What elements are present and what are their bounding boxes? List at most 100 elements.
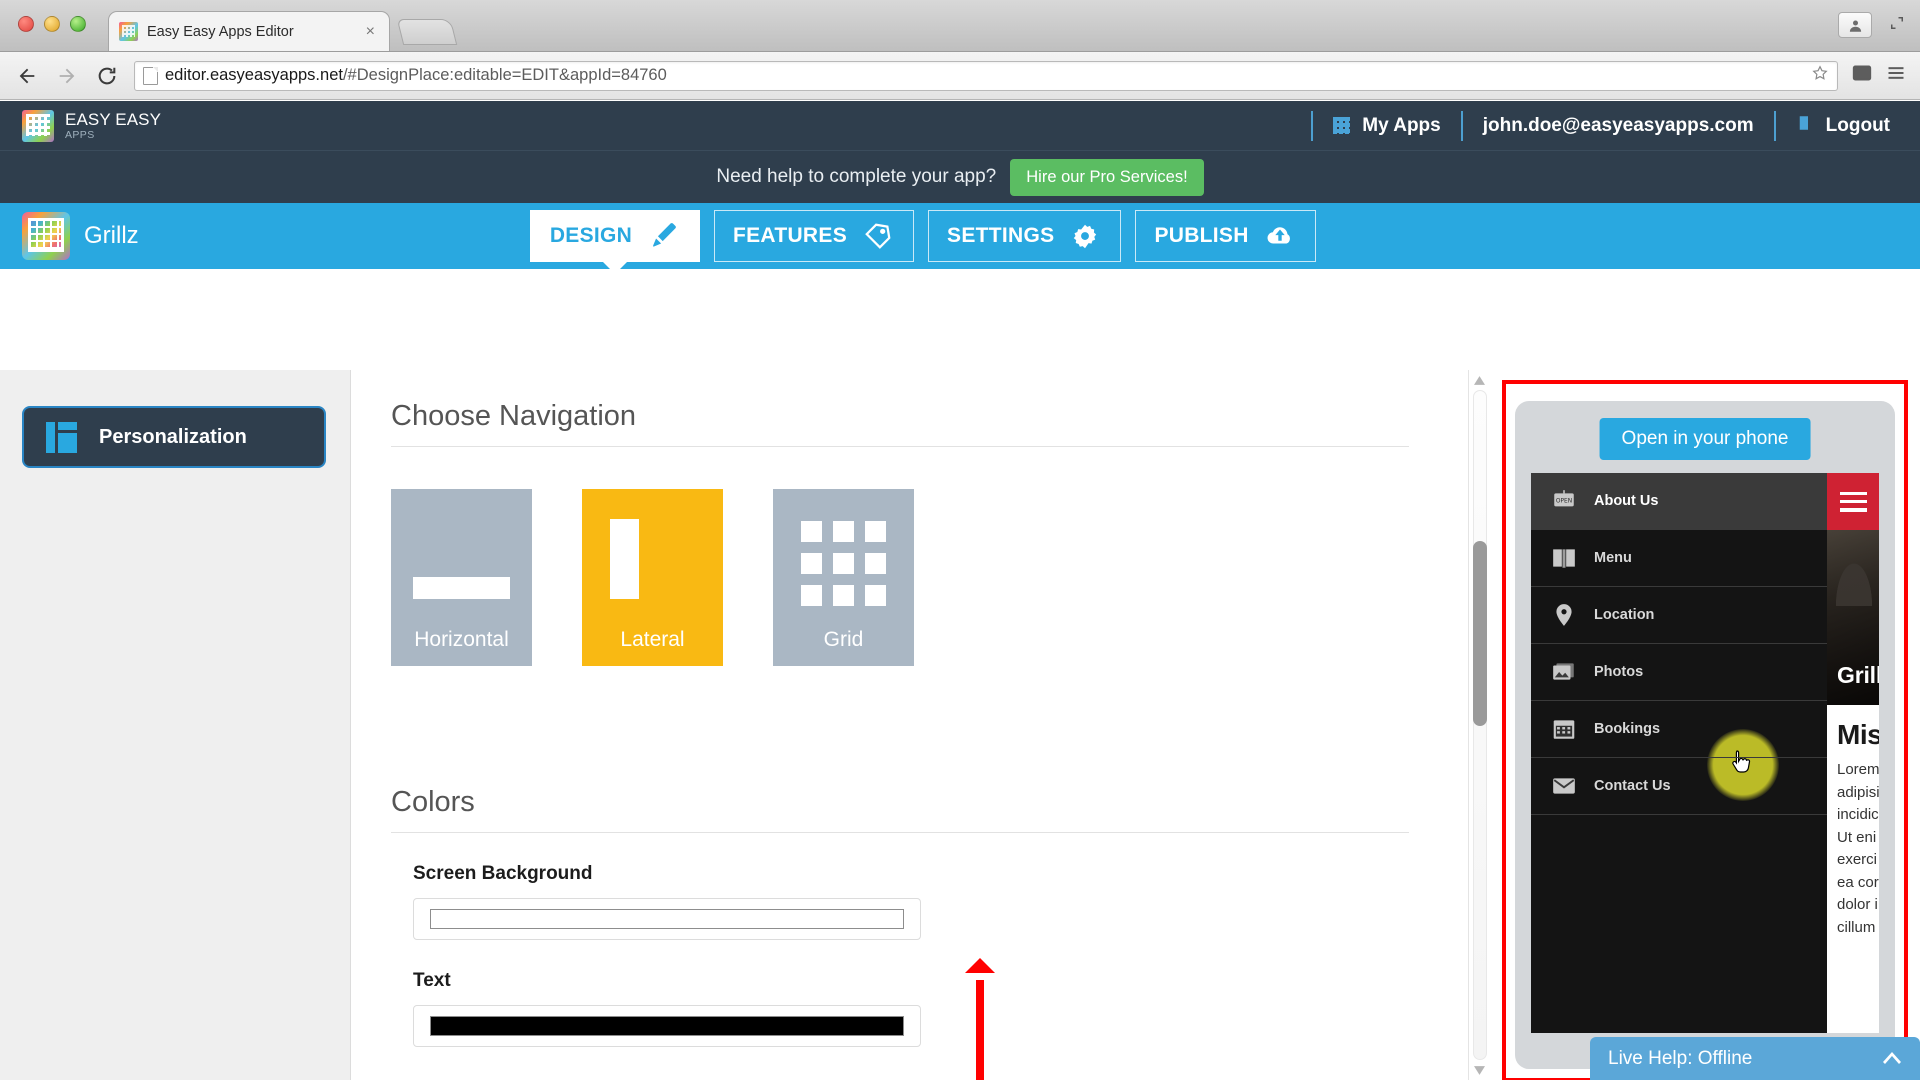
back-button[interactable] (14, 63, 40, 89)
account-email[interactable]: john.doe@easyeasyapps.com (1460, 110, 1774, 141)
bookmark-star-icon[interactable] (1811, 64, 1829, 87)
menu-item-label: Contact Us (1594, 778, 1671, 794)
url-path: /#DesignPlace:editable=EDIT&appId=84760 (342, 66, 667, 84)
promo-banner: Need help to complete your app? Hire our… (0, 150, 1920, 203)
address-bar-actions (1811, 64, 1829, 87)
favicon-icon (119, 22, 138, 41)
app-icon (22, 212, 70, 260)
logout-button[interactable]: Logout (1773, 110, 1920, 141)
menu-item-label: Photos (1594, 664, 1644, 680)
content-line: ea cor (1837, 873, 1879, 891)
screen-background-color-input[interactable] (413, 898, 921, 940)
tab-design[interactable]: DESIGN (530, 210, 700, 262)
menu-item-label: Bookings (1594, 721, 1661, 737)
phone-mockup: Open in your phone OPEN About Us Menu Lo… (1515, 401, 1895, 1069)
navigation-option-label: Grid (823, 628, 864, 651)
address-bar[interactable]: editor.easyeasyapps.net/#DesignPlace:edi… (134, 60, 1838, 91)
menu-item-about-us[interactable]: OPEN About Us (1531, 473, 1827, 530)
hire-pro-services-button[interactable]: Hire our Pro Services! (1010, 158, 1204, 196)
menu-item-label: Menu (1594, 550, 1632, 566)
topbar-nav: My Apps john.doe@easyeasyapps.com Logout (1311, 101, 1920, 150)
scroll-up-arrow-icon[interactable] (1469, 370, 1490, 390)
tab-publish-label: PUBLISH (1154, 224, 1249, 247)
menu-item-menu[interactable]: Menu (1531, 530, 1827, 587)
url-domain: editor.easyeasyapps.net (165, 66, 343, 84)
profile-icon[interactable] (1838, 12, 1872, 38)
address-bar-url: editor.easyeasyapps.net/#DesignPlace:edi… (165, 66, 667, 85)
menu-item-contact-us[interactable]: Contact Us (1531, 758, 1827, 815)
reload-button[interactable] (94, 63, 120, 89)
menu-item-label: About Us (1594, 493, 1659, 509)
content-paragraph: Lorem adipisi incidic Ut eni exerci ea c… (1837, 759, 1879, 939)
phone-content-peek: Grillz Mis Lorem adipisi incidic Ut eni (1827, 473, 1879, 1033)
app-tabbar: Grillz DESIGN FEATURES SETTINGS PUBLISH (0, 203, 1920, 269)
account-email-label: john.doe@easyeasyapps.com (1482, 114, 1754, 136)
my-apps-link[interactable]: My Apps (1311, 110, 1460, 141)
chevron-up-icon[interactable] (1882, 1048, 1902, 1070)
main-scrollbar[interactable] (1468, 370, 1490, 1080)
scrollbar-track[interactable] (1473, 390, 1487, 1060)
application: EASY EASY APPS My Apps john.doe@easyeasy… (0, 101, 1920, 1080)
sidebar-item-label: Personalization (99, 425, 247, 448)
phone-screen: OPEN About Us Menu Location Photos Booki… (1531, 473, 1879, 1033)
tab-features[interactable]: FEATURES (714, 210, 915, 262)
live-help-bar[interactable]: Live Help: Offline (1590, 1037, 1920, 1080)
window-right-controls (1838, 12, 1906, 38)
tab-publish[interactable]: PUBLISH (1135, 210, 1316, 262)
left-sidebar: Personalization (0, 370, 350, 1080)
new-tab-button[interactable] (396, 19, 458, 45)
scroll-down-arrow-icon[interactable] (1469, 1060, 1490, 1080)
colors-heading: Colors (391, 786, 1409, 833)
logout-label: Logout (1825, 114, 1890, 136)
hero-image: Grillz (1827, 530, 1879, 705)
menu-item-location[interactable]: Location (1531, 587, 1827, 801)
close-icon[interactable]: × (362, 23, 379, 41)
content-line: cillum (1837, 918, 1876, 936)
navigation-option-lateral[interactable]: Lateral (582, 489, 723, 666)
grid-layout-icon (773, 489, 914, 622)
browser-tabstrip: Easy Easy Apps Editor × (0, 0, 1920, 52)
window-traffic-lights (18, 16, 86, 32)
color-swatch (430, 909, 904, 929)
menu-item-photos[interactable]: Photos (1531, 644, 1827, 701)
hero-title: Grillz (1837, 662, 1879, 688)
tags-icon (861, 221, 895, 251)
preview-panel: Open in your phone OPEN About Us Menu Lo… (1490, 370, 1920, 1080)
brand-name-line2: APPS (65, 128, 95, 141)
phone-header-bar (1827, 473, 1879, 530)
brand-name-line1: EASY EASY (65, 109, 162, 129)
menu-item-bookings[interactable]: Bookings (1531, 701, 1827, 758)
lateral-nav-drawer: OPEN About Us Menu Location Photos Booki… (1531, 473, 1827, 1033)
choose-navigation-heading: Choose Navigation (391, 400, 1409, 447)
content-heading: Mis (1837, 719, 1879, 750)
navigation-option-label: Lateral (620, 628, 685, 651)
zoom-window-button[interactable] (70, 16, 86, 32)
hamburger-menu-icon[interactable] (1839, 491, 1867, 512)
gear-icon (1068, 221, 1102, 251)
menu-icon[interactable] (1886, 63, 1906, 88)
text-color-input[interactable] (413, 1005, 921, 1047)
tab-design-label: DESIGN (549, 224, 633, 247)
book-icon (1550, 544, 1578, 572)
open-in-your-phone-button[interactable]: Open in your phone (1599, 418, 1811, 460)
photos-icon (1550, 658, 1578, 686)
minimize-window-button[interactable] (44, 16, 60, 32)
navigation-options: Horizontal Lateral Grid (391, 489, 1490, 666)
easy-easy-apps-logo[interactable]: EASY EASY APPS (0, 109, 162, 142)
main-panel: Choose Navigation Horizontal Lateral Gri… (350, 370, 1490, 1080)
cast-icon[interactable] (1852, 63, 1872, 88)
annotation-arrow (965, 958, 995, 1080)
calendar-icon (1550, 715, 1578, 743)
fullscreen-icon[interactable] (1888, 14, 1906, 37)
navigation-option-grid[interactable]: Grid (773, 489, 914, 666)
scrollbar-thumb[interactable] (1473, 541, 1487, 726)
content-line: exerci (1837, 851, 1878, 868)
svg-text:OPEN: OPEN (1556, 499, 1572, 505)
browser-tab[interactable]: Easy Easy Apps Editor × (108, 11, 390, 51)
forward-button[interactable] (54, 63, 80, 89)
tab-settings[interactable]: SETTINGS (928, 210, 1122, 262)
field-screen-background: Screen Background (391, 863, 1490, 940)
navigation-option-horizontal[interactable]: Horizontal (391, 489, 532, 666)
close-window-button[interactable] (18, 16, 34, 32)
sidebar-item-personalization[interactable]: Personalization (24, 408, 324, 466)
